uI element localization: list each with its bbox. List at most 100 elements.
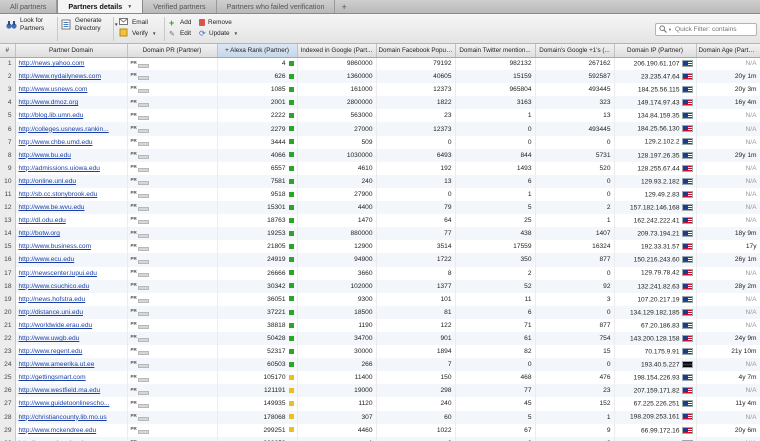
column-header-google-indexed[interactable]: Indexed in Google (Part... [297,44,377,58]
table-row[interactable]: 20http://distance.uni.edu 37221 185008160 1… [0,305,760,319]
partner-domain-link[interactable]: http://www.chbe.umd.edu [19,139,93,146]
table-row[interactable]: 18http://www.csuchico.edu 30342 1020001377… [0,279,760,293]
column-header-age[interactable]: Domain Age (Partner) [696,44,760,58]
partner-domain-link[interactable]: http://www.regent.edu [19,348,83,355]
table-row[interactable]: 24http://www.ameerika.ut.ee6050326670019… [0,358,760,372]
twitter-cell: 965804 [455,83,536,97]
column-header-pr[interactable]: Domain PR (Partner) [127,44,218,58]
generate-directory-button[interactable]: Generate Directory ▼ [61,17,118,32]
table-row[interactable]: 12http://www.be.wvu.edu 15301 44007952 157.… [0,201,760,215]
partner-domain-link[interactable]: http://gettingsmart.com [19,374,86,381]
partner-domain-link[interactable]: http://www.ameerika.ut.ee [19,361,95,368]
tab-failed-verification[interactable]: Partners who failed verification [217,0,336,13]
table-row[interactable]: 4http://www.dmoz.org 2001 2800000182231633… [0,96,760,110]
chevron-down-icon[interactable]: ▼ [152,31,156,36]
table-row[interactable]: 15http://www.business.com218051290035141… [0,240,760,254]
partner-domain-link[interactable]: http://www.dmoz.org [19,99,79,106]
country-flag-icon [681,230,693,238]
chevron-down-icon[interactable]: ▼ [114,22,118,27]
partner-domain-link[interactable]: http://sb.cc.stonybrook.edu [19,191,98,198]
table-row[interactable]: 1http://news.yahoo.com 4 98600007919298213… [0,57,760,71]
email-button[interactable]: Email [119,17,148,28]
table-row[interactable]: 30http://research.sals.edu3039591000198.… [0,436,760,441]
table-row[interactable]: 11http://sb.cc.stonybrook.edu95182790001… [0,187,760,202]
table-row[interactable]: 9http://admissions.uiowa.edu655746101921… [0,161,760,175]
table-row[interactable]: 5http://blog.lib.umn.edu 2222 56300023113 1… [0,109,760,123]
partner-domain-link[interactable]: http://www.csuchico.edu [19,283,90,290]
remove-button[interactable]: Remove [199,17,232,28]
pagerank-bar-icon [131,308,149,317]
partner-domain-link[interactable]: http://admissions.uiowa.edu [19,165,100,172]
column-header-domain[interactable]: Partner Domain [15,44,128,58]
partner-domain-link[interactable]: http://newscenter.lupui.edu [19,270,97,277]
tab-verified-partners[interactable]: Verified partners [143,0,217,13]
tab-partners-details[interactable]: Partners details ▼ [57,0,144,13]
domain-age-cell: N/A [696,292,760,306]
table-row[interactable]: 27http://www.guidetoonlinescho... 149935 1… [0,397,760,411]
table-row[interactable]: 19http://news.hofstra.edu 36051 9300101113… [0,292,760,306]
table-row[interactable]: 2http://www.nydailynews.com 626 1360000406… [0,70,760,84]
column-header-google-plus[interactable]: Domain's Google +1's (... [535,44,615,58]
column-header-index[interactable]: # [0,44,16,58]
partner-domain-link[interactable]: http://online.unl.edu [19,178,77,185]
partner-domain-link[interactable]: http://www.ecu.edu [19,256,75,263]
table-row[interactable]: 3http://www.usnews.com 1085 16100012373965… [0,83,760,97]
column-header-twitter[interactable]: Domain Twitter mention... [455,44,536,58]
partner-domain-link[interactable]: http://www.bu.edu [19,152,71,159]
chevron-down-icon[interactable]: ▼ [127,4,132,10]
pr-cell [127,436,218,441]
partner-domain-link[interactable]: http://www.usnews.com [19,86,88,93]
column-header-facebook[interactable]: Domain Facebook Popul... [376,44,456,58]
partner-domain-link[interactable]: http://www.nydailynews.com [19,73,101,80]
table-row[interactable]: 29http://www.mckendree.edu 299251 44601022… [0,423,760,437]
tab-all-partners[interactable]: All partners [0,0,58,13]
table-row[interactable]: 16http://www.ecu.edu 24919 949001722350877… [0,253,760,267]
table-row[interactable]: 7http://www.chbe.umd.edu3444509000129.2.… [0,135,760,149]
table-row[interactable]: 26http://www.westfield.ma.edu 121191 19000… [0,384,760,398]
rank-indicator-icon [288,73,294,79]
partner-domain-link[interactable]: http://news.hofstra.edu [19,296,86,303]
partner-domain-link[interactable]: http://colleges.usnews.rankin... [19,126,109,133]
table-row[interactable]: 23http://www.regent.edu 52317 300001894821… [0,345,760,359]
chevron-down-icon[interactable]: ▼ [668,27,672,32]
partner-domain-link[interactable]: http://botw.org [19,230,60,237]
partner-domain-link[interactable]: http://www.uwgb.edu [19,335,80,342]
table-row[interactable]: 28http://christiancounty.lib.mo.us 178068… [0,410,760,424]
table-row[interactable]: 22http://www.uwgb.edu 50428 3470090161754 1… [0,331,760,346]
row-index: 4 [0,96,16,110]
partner-domain-link[interactable]: http://www.be.wvu.edu [19,204,85,211]
partner-domain-link[interactable]: http://news.yahoo.com [19,60,85,67]
column-header-ip[interactable]: Domain IP (Partner) [614,44,697,58]
table-row[interactable]: 14http://botw.org 19253 880000774381407 209… [0,227,760,241]
partner-domain-link[interactable]: http://dl.odu.edu [19,217,66,224]
twitter-cell: 82 [455,345,536,359]
partner-domain-cell: http://www.westfield.ma.edu [15,384,128,398]
partner-domain-link[interactable]: http://www.guidetoonlinescho... [19,400,110,407]
look-for-partners-button[interactable]: Look for Partners [6,17,54,32]
partner-domain-link[interactable]: http://christiancounty.lib.mo.us [19,414,107,421]
table-row[interactable]: 21http://worldwide.erau.edu 38818 11901227… [0,318,760,332]
table-row[interactable]: 6http://colleges.usnews.rankin... 2279 270… [0,122,760,136]
partner-domain-link[interactable]: http://www.business.com [19,243,92,250]
partner-domain-link[interactable]: http://blog.lib.umn.edu [19,112,84,119]
table-row[interactable]: 8http://www.bu.edu 4066 103000064938445731… [0,148,760,162]
table-row[interactable]: 17http://newscenter.lupui.edu 26666 366082… [0,266,760,280]
table-row[interactable]: 13http://dl.odu.edu 18763 147064251 162.242… [0,214,760,228]
column-header-alexa[interactable]: + Alexa Rank (Partner) [217,44,298,58]
table-row[interactable]: 10http://online.unl.edu 7581 2401360 129.93… [0,174,760,188]
partner-domain-link[interactable]: http://worldwide.erau.edu [19,322,93,329]
partner-domain-link[interactable]: http://www.mckendree.edu [19,427,97,434]
quick-filter-input[interactable] [674,26,755,33]
pr-cell [127,305,218,319]
verify-button[interactable]: Verify ▼ [119,28,156,39]
edit-button[interactable]: ✎ Edit [169,28,191,39]
table-row[interactable]: 25http://gettingsmart.com105170114001504… [0,371,760,385]
chevron-down-icon[interactable]: ▼ [234,31,238,36]
add-tab-button[interactable]: + [335,0,352,13]
ip-value: 184.25.56.115 [637,86,680,94]
country-flag-icon [681,151,693,159]
partner-domain-link[interactable]: http://www.westfield.ma.edu [19,387,101,394]
update-button[interactable]: ⟳ Update ▼ [199,28,238,39]
add-button[interactable]: + Add [169,17,191,28]
partner-domain-link[interactable]: http://distance.uni.edu [19,309,84,316]
